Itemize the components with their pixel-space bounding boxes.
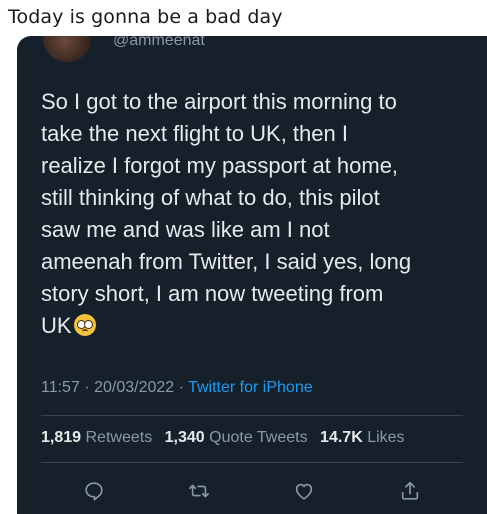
likes-count: 14.7K (320, 429, 363, 446)
tweet-source[interactable]: Twitter for iPhone (188, 379, 313, 396)
meta-separator: · (178, 379, 184, 396)
likes-label: Likes (367, 429, 405, 446)
quote-tweets-count: 1,340 (164, 429, 205, 446)
tweet-stats: 1,819 Retweets 1,340 Quote Tweets 14.7K … (41, 429, 405, 447)
tweet-meta: 11:57 · 20/03/2022 · Twitter for iPhone (41, 379, 313, 397)
likes-stat[interactable]: 14.7K Likes (320, 429, 405, 446)
tweet-time: 11:57 (41, 379, 80, 396)
quote-tweets-label: Quote Tweets (209, 429, 308, 446)
share-icon (401, 481, 419, 500)
retweets-count: 1,819 (41, 429, 82, 446)
post-caption: Today is gonna be a bad day (8, 6, 283, 28)
tweet-card: @ammeenat So I got to the airport this m… (17, 36, 487, 514)
quote-tweets-stat[interactable]: 1,340 Quote Tweets (165, 429, 308, 446)
retweet-icon (189, 484, 209, 498)
reply-button[interactable] (79, 476, 109, 506)
tweet-text: So I got to the airport this morning to … (41, 89, 412, 338)
pleading-face-emoji (73, 314, 96, 336)
retweets-stat[interactable]: 1,819 Retweets (41, 429, 152, 446)
reply-icon (85, 482, 103, 501)
divider (41, 415, 463, 416)
meta-separator: · (84, 379, 90, 396)
retweet-button[interactable] (184, 476, 214, 506)
divider (41, 462, 463, 463)
share-button[interactable] (395, 476, 425, 506)
like-icon (295, 483, 313, 500)
like-button[interactable] (289, 476, 319, 506)
retweets-label: Retweets (85, 429, 153, 446)
avatar[interactable] (43, 36, 91, 62)
tweet-date[interactable]: 20/03/2022 (94, 379, 174, 396)
tweet-text-block: So I got to the airport this morning to … (41, 86, 471, 342)
user-handle[interactable]: @ammeenat (113, 36, 205, 50)
tweet-actions (17, 476, 487, 506)
